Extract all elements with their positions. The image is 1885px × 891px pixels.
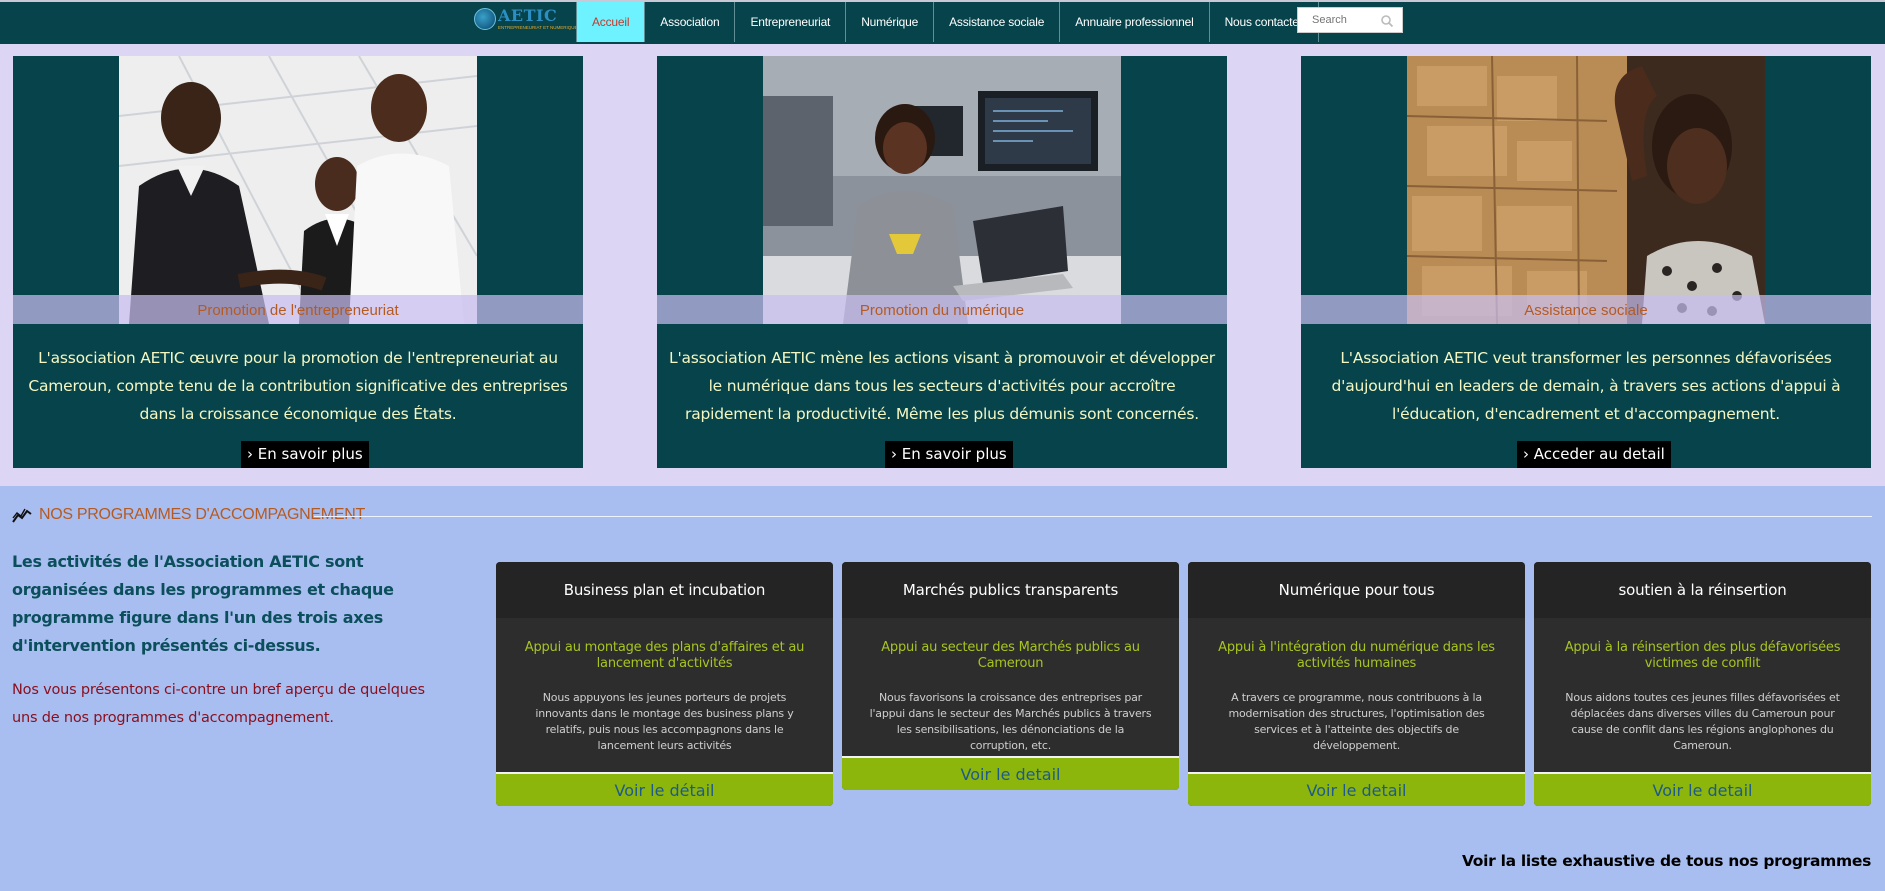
- all-programs-link[interactable]: Voir la liste exhaustive de tous nos pro…: [1462, 852, 1871, 870]
- search-box: [1297, 7, 1403, 33]
- program-card-marches-publics: Marchés publics transparents Appui au se…: [842, 562, 1179, 790]
- en-savoir-plus-button[interactable]: › En savoir plus: [885, 441, 1013, 468]
- card-numerique: Promotion du numérique L'association AET…: [657, 56, 1227, 468]
- voir-le-detail-button[interactable]: Voir le detail: [842, 756, 1179, 790]
- search-input[interactable]: [1312, 13, 1378, 27]
- program-title: Numérique pour tous: [1188, 562, 1525, 618]
- voir-le-detail-button[interactable]: Voir le détail: [496, 772, 833, 806]
- en-savoir-plus-button[interactable]: › En savoir plus: [241, 441, 369, 468]
- program-subtitle: Appui au secteur des Marchés publics au …: [881, 640, 1140, 671]
- program-title: Marchés publics transparents: [842, 562, 1179, 618]
- program-subtitle: Appui à l'intégration du numérique dans …: [1218, 640, 1495, 671]
- program-text: Nous aidons toutes ces jeunes filles déf…: [1565, 691, 1840, 752]
- program-text: A travers ce programme, nous contribuons…: [1228, 691, 1485, 752]
- card-caption: Assistance sociale: [1524, 302, 1648, 319]
- line-chart-icon: [12, 508, 32, 523]
- section-title: NOS PROGRAMMES D'ACCOMPAGNEMENT: [39, 506, 365, 523]
- program-card-business-plan: Business plan et incubation Appui au mon…: [496, 562, 833, 806]
- program-card-soutien-reinsertion: soutien à la réinsertion Appui à la réin…: [1534, 562, 1871, 806]
- card-caption: Promotion de l'entrepreneuriat: [197, 302, 399, 319]
- program-subtitle: Appui au montage des plans d'affaires et…: [524, 640, 805, 671]
- globe-icon: [474, 8, 496, 30]
- program-text: Nous appuyons les jeunes porteurs de pro…: [535, 691, 794, 752]
- voir-le-detail-button[interactable]: Voir le detail: [1534, 772, 1871, 806]
- aetic-logo[interactable]: AETIC ENTREPRENEURIAT ET NUMERIQUE: [472, 6, 578, 36]
- logo-tagline: ENTREPRENEURIAT ET NUMERIQUE: [498, 25, 578, 30]
- program-title: soutien à la réinsertion: [1534, 562, 1871, 618]
- card-assistance-sociale: Assistance sociale L'Association AETIC v…: [1301, 56, 1871, 468]
- card-caption: Promotion du numérique: [859, 302, 1025, 319]
- menu-item-entrepreneuriat[interactable]: Entrepreneuriat: [734, 2, 845, 42]
- business-handshake-image: [119, 56, 477, 324]
- features-band: Promotion de l'entrepreneuriat L'associa…: [0, 44, 1885, 486]
- main-menu: Accueil Association Entrepreneuriat Numé…: [576, 2, 1319, 42]
- top-navigation-bar: AETIC ENTREPRENEURIAT ET NUMERIQUE Accue…: [0, 0, 1885, 44]
- card-description: L'association AETIC œuvre pour la promot…: [28, 349, 568, 423]
- acceder-au-detail-button[interactable]: › Acceder au detail: [1517, 441, 1671, 468]
- menu-item-association[interactable]: Association: [644, 2, 734, 42]
- card-description: L'association AETIC mène les actions vis…: [669, 349, 1215, 423]
- programs-intro-bold: Les activités de l'Association AETIC son…: [12, 552, 394, 655]
- menu-item-numerique[interactable]: Numérique: [845, 2, 933, 42]
- woman-at-computer-image: [763, 56, 1121, 324]
- card-entrepreneuriat: Promotion de l'entrepreneuriat L'associa…: [13, 56, 583, 468]
- program-card-numerique-pour-tous: Numérique pour tous Appui à l'intégratio…: [1188, 562, 1525, 806]
- programs-intro: Nos vous présentons ci-contre un bref ap…: [12, 682, 425, 726]
- section-heading: NOS PROGRAMMES D'ACCOMPAGNEMENT: [12, 505, 365, 525]
- program-text: Nous favorisons la croissance des entrep…: [869, 691, 1152, 752]
- card-description: L'Association AETIC veut transformer les…: [1331, 349, 1841, 423]
- girl-by-wall-image: [1407, 56, 1765, 324]
- menu-item-assistance-sociale[interactable]: Assistance sociale: [933, 2, 1059, 42]
- menu-item-annuaire-professionnel[interactable]: Annuaire professionnel: [1059, 2, 1208, 42]
- menu-item-accueil[interactable]: Accueil: [576, 2, 645, 42]
- program-title: Business plan et incubation: [496, 562, 833, 618]
- search-icon[interactable]: [1380, 14, 1394, 28]
- logo-name: AETIC: [498, 6, 558, 25]
- section-divider: [314, 516, 1872, 517]
- program-subtitle: Appui à la réinsertion des plus défavori…: [1564, 640, 1841, 671]
- voir-le-detail-button[interactable]: Voir le detail: [1188, 772, 1525, 806]
